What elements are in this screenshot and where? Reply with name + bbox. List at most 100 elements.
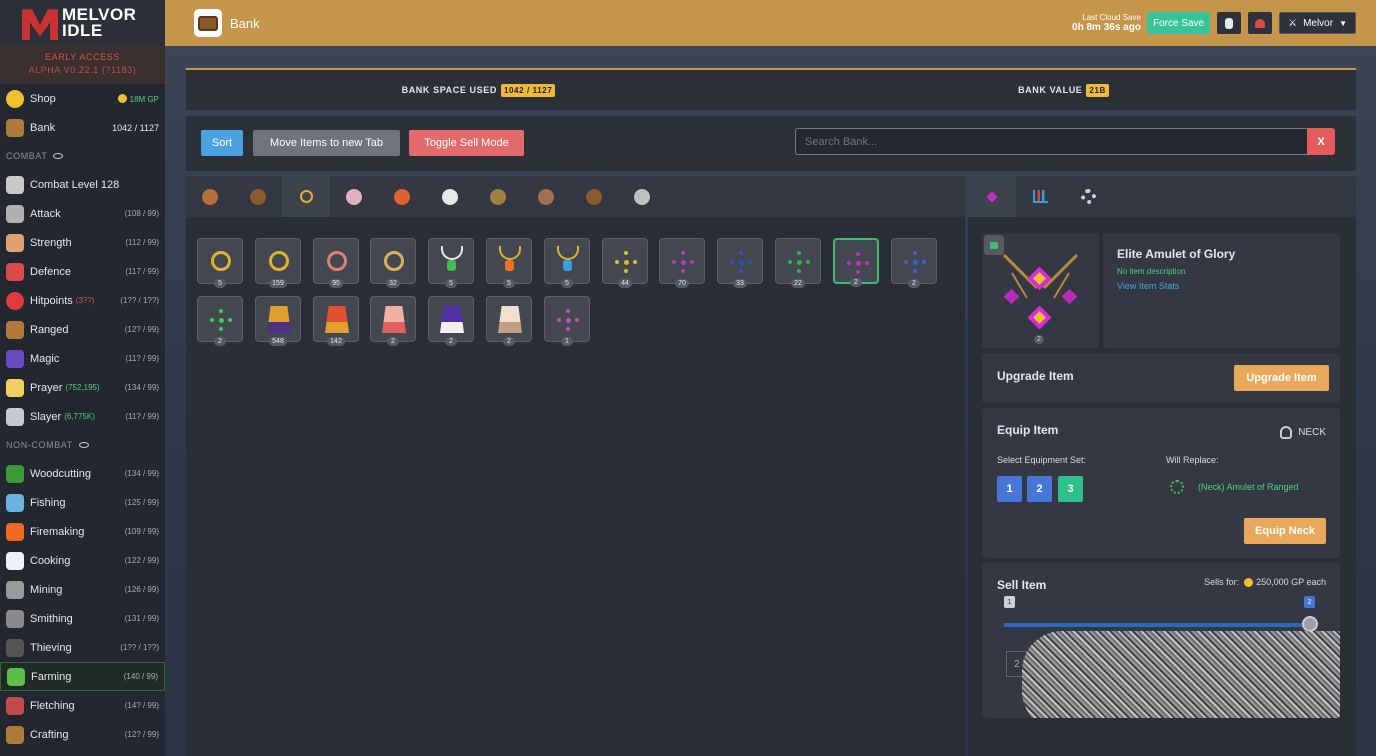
sidebar-item-fishing[interactable]: Fishing (125 / 99): [0, 488, 165, 517]
sidebar-item-strength[interactable]: Strength (112 / 99): [0, 228, 165, 257]
bank-item[interactable]: 5: [197, 238, 243, 288]
sidebar-item-farming[interactable]: Farming (140 / 99): [0, 662, 165, 691]
bank-item[interactable]: 2: [370, 296, 416, 346]
bank-item[interactable]: 159: [255, 238, 301, 288]
bank-item[interactable]: 5: [544, 238, 590, 288]
bank-item[interactable]: 548: [255, 296, 301, 346]
nav-level: (125 / 99): [124, 498, 159, 507]
user-menu-button[interactable]: ⚔ Melvor ▼: [1279, 12, 1356, 34]
sell-price: 250,000 GP each: [1256, 577, 1326, 587]
search-clear-button[interactable]: X: [1307, 128, 1335, 155]
bank-tab-1[interactable]: [186, 176, 234, 217]
bank-item[interactable]: 1: [544, 296, 590, 346]
sidebar-item-firemaking[interactable]: Firemaking (109 / 99): [0, 517, 165, 546]
logs-icon: [202, 188, 218, 205]
log-icon: [250, 188, 266, 205]
equipment-set-2-button[interactable]: 2: [1027, 476, 1052, 502]
detail-tab-3[interactable]: [1064, 176, 1112, 217]
sell-quantity-slider[interactable]: [1004, 623, 1309, 627]
sidebar-item-attack[interactable]: Attack (108 / 99): [0, 199, 165, 228]
sidebar-item-hitpoints[interactable]: Hitpoints (3??) (1?? / 1??): [0, 286, 165, 315]
bank-item[interactable]: 2: [486, 296, 532, 346]
chest-icon: [6, 118, 24, 137]
bank-item[interactable]: 5: [486, 238, 532, 288]
sidebar-item-magic[interactable]: Magic (11? / 99): [0, 344, 165, 373]
bank-tab-5[interactable]: [378, 176, 426, 217]
upgrade-item-button[interactable]: Upgrade Item: [1234, 365, 1329, 391]
bank-tab-3[interactable]: [282, 176, 330, 217]
sidebar-item-defence[interactable]: Defence (117 / 99): [0, 257, 165, 286]
bank-item[interactable]: 95: [313, 238, 359, 288]
user-name: Melvor: [1303, 17, 1334, 29]
bank-tab-4[interactable]: [330, 176, 378, 217]
nav-xp: (3??): [75, 296, 95, 305]
detail-tab-1[interactable]: [968, 176, 1016, 217]
sidebar-item-cooking[interactable]: Cooking (122 / 99): [0, 546, 165, 575]
tree-icon: [6, 464, 24, 483]
bank-item[interactable]: 142: [313, 296, 359, 346]
equipment-set-3-button[interactable]: 3: [1058, 476, 1083, 502]
bank-item[interactable]: 22: [775, 238, 821, 288]
bank-item[interactable]: 33: [717, 238, 763, 288]
nav-level: 1042 / 1127: [112, 122, 159, 133]
slider-handle[interactable]: [1302, 616, 1318, 632]
bank-tab-2[interactable]: [234, 176, 282, 217]
sidebar-item-woodcutting[interactable]: Woodcutting (134 / 99): [0, 459, 165, 488]
cloud-save-time: 0h 8m 36s ago: [1072, 22, 1141, 33]
non-combat-header[interactable]: NON-COMBAT: [0, 431, 165, 459]
amulet-of-ranged-icon: [1170, 480, 1184, 494]
helmet-button[interactable]: [1248, 12, 1273, 34]
nav: Shop 18M GP Bank 1042 / 1127 COMBAT Combat Le…: [0, 84, 165, 749]
sidebar-item-smithing[interactable]: Smithing (131 / 99): [0, 604, 165, 633]
nav-level: (1?? / 1??): [120, 643, 159, 652]
bank-item[interactable]: 2: [428, 296, 474, 346]
bank-tab-7[interactable]: [474, 176, 522, 217]
toggle-sell-mode-button[interactable]: Toggle Sell Mode: [409, 130, 524, 156]
sidebar-item-mining[interactable]: Mining (126 / 99): [0, 575, 165, 604]
upgrade-title: Upgrade Item: [997, 369, 1074, 383]
sort-button[interactable]: Sort: [201, 130, 243, 156]
amulet-icon: [845, 250, 871, 276]
force-save-button[interactable]: Force Save: [1146, 12, 1211, 34]
sidebar-item-crafting[interactable]: Crafting (12? / 99): [0, 720, 165, 749]
sidebar-item-prayer[interactable]: Prayer (752,195) (134 / 99): [0, 373, 165, 402]
sidebar-item-fletching[interactable]: Fletching (14? / 99): [0, 691, 165, 720]
nav-label: Crafting: [30, 728, 69, 741]
combat-header[interactable]: COMBAT: [0, 142, 165, 170]
nav-level: (134 / 99): [124, 383, 159, 392]
crossed-swords-icon: ⚔: [1288, 17, 1298, 29]
move-items-button[interactable]: Move Items to new Tab: [253, 130, 400, 156]
potion-button[interactable]: [1217, 12, 1242, 34]
sidebar-item-slayer[interactable]: Slayer (6,775K) (11? / 99): [0, 402, 165, 431]
equipment-set-1-button[interactable]: 1: [997, 476, 1022, 502]
search-input[interactable]: [795, 128, 1307, 155]
sidebar-item-combat-level-128[interactable]: Combat Level 128: [0, 170, 165, 199]
eye-icon[interactable]: [78, 442, 89, 448]
view-item-stats-link[interactable]: View Item Stats: [1117, 281, 1326, 291]
main-content: BANK SPACE USED 1042 / 1127 BANK VALUE 21B…: [165, 46, 1376, 756]
bank-tab-8[interactable]: [522, 176, 570, 217]
bank-tab-6[interactable]: [426, 176, 474, 217]
cape-icon: [325, 306, 349, 333]
sidebar-item-shop[interactable]: Shop 18M GP: [0, 84, 165, 113]
sidebar-item-ranged[interactable]: Ranged (12? / 99): [0, 315, 165, 344]
bank-tab-10[interactable]: [618, 176, 666, 217]
bank-item[interactable]: 2: [891, 238, 937, 288]
equip-neck-button[interactable]: Equip Neck: [1244, 518, 1326, 544]
bank-item[interactable]: 32: [370, 238, 416, 288]
detail-tab-2[interactable]: [1016, 176, 1064, 217]
bank-item[interactable]: 5: [428, 238, 474, 288]
detail-tabs: [968, 176, 1356, 217]
chevron-down-icon: ▼: [1339, 18, 1347, 28]
bank-item[interactable]: 70: [659, 238, 705, 288]
sidebar-item-thieving[interactable]: Thieving (1?? / 1??): [0, 633, 165, 662]
eye-icon[interactable]: [53, 153, 64, 159]
bank-item[interactable]: 2: [833, 238, 879, 287]
sidebar-item-bank[interactable]: Bank 1042 / 1127: [0, 113, 165, 142]
bank-item[interactable]: 2: [197, 296, 243, 346]
bank-item[interactable]: 44: [602, 238, 648, 288]
lock-button[interactable]: [984, 235, 1004, 255]
nav-level: (112 / 99): [125, 238, 159, 247]
cape-icon: [267, 306, 291, 333]
bank-tab-9[interactable]: [570, 176, 618, 217]
